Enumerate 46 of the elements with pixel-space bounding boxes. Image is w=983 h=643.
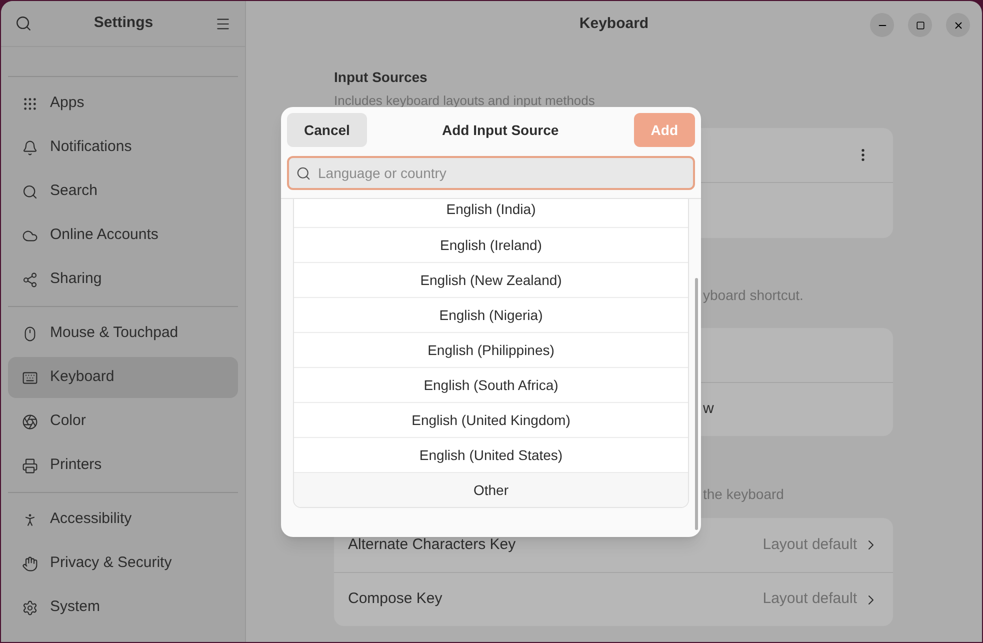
search-icon[interactable] bbox=[15, 15, 32, 32]
section-subtitle: yboard shortcut. bbox=[703, 287, 804, 303]
search-icon bbox=[296, 166, 311, 181]
scrollbar[interactable] bbox=[695, 278, 698, 530]
row-value: Layout default bbox=[762, 534, 857, 555]
sidebar-item[interactable]: Color bbox=[8, 401, 238, 442]
hand-icon bbox=[22, 556, 38, 572]
sidebar-item[interactable]: Keyboard bbox=[8, 357, 238, 398]
dialog-title: Add Input Source bbox=[441, 120, 560, 140]
gear-icon bbox=[22, 600, 38, 616]
language-item[interactable]: Other bbox=[294, 472, 688, 507]
keyboard-icon bbox=[22, 370, 38, 386]
bell-icon bbox=[22, 140, 38, 156]
section-heading: Input Sources bbox=[334, 69, 428, 85]
row-value: Layout default bbox=[762, 589, 857, 610]
cancel-button[interactable]: Cancel bbox=[287, 113, 367, 147]
sidebar-title: Settings bbox=[92, 13, 154, 34]
sidebar-item[interactable]: Apps bbox=[8, 83, 238, 124]
settings-row[interactable]: Compose Key Layout default bbox=[334, 572, 893, 626]
sidebar-item[interactable]: System bbox=[8, 587, 238, 628]
close-button[interactable] bbox=[946, 13, 970, 37]
window-title: Keyboard bbox=[579, 14, 649, 34]
row-label: Alternate Characters Key bbox=[348, 534, 517, 555]
sidebar-item[interactable]: Mouse & Touchpad bbox=[8, 313, 238, 354]
search-field[interactable]: Language or country bbox=[287, 156, 695, 190]
section-subtitle: the keyboard bbox=[703, 486, 784, 502]
mouse-icon bbox=[22, 326, 38, 342]
close-icon bbox=[952, 20, 964, 30]
sidebar-item[interactable]: Privacy & Security bbox=[8, 543, 238, 584]
row-label: Compose Key bbox=[348, 589, 444, 610]
printer-icon bbox=[22, 458, 38, 474]
sidebar-item[interactable]: Search bbox=[8, 171, 238, 212]
sidebar-item[interactable]: Printers bbox=[8, 445, 238, 486]
maximize-button[interactable] bbox=[908, 13, 932, 37]
sidebar-item[interactable]: Online Accounts bbox=[8, 215, 238, 256]
search-icon bbox=[22, 184, 38, 200]
sidebar-item[interactable]: Notifications bbox=[8, 127, 238, 168]
section-subtitle: Includes keyboard layouts and input methods bbox=[334, 93, 595, 108]
color-wheel-icon bbox=[22, 414, 38, 430]
settings-row[interactable]: Alternate Characters Key Layout default bbox=[334, 518, 893, 572]
row-label: w bbox=[703, 399, 714, 420]
sidebar-item[interactable]: Accessibility bbox=[8, 499, 238, 540]
maximize-icon bbox=[916, 20, 924, 30]
share-icon bbox=[22, 272, 38, 288]
sidebar-item[interactable]: Sharing bbox=[8, 259, 238, 300]
grid-icon bbox=[22, 96, 38, 112]
